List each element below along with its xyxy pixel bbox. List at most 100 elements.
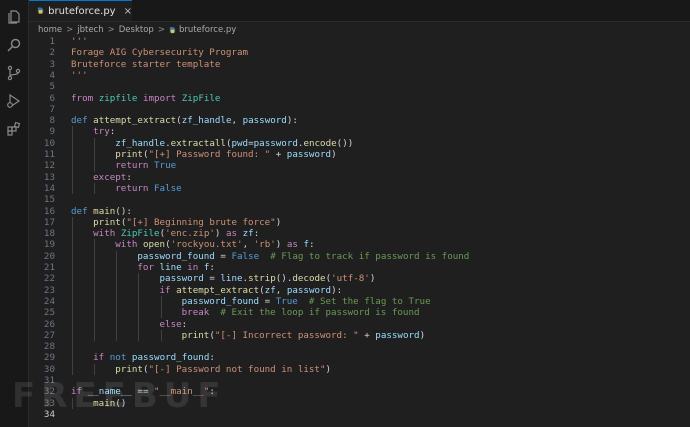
code-token: :: [209, 352, 215, 364]
code-token: ):: [331, 284, 343, 296]
code-line[interactable]: 23 if attempt_extract(zf, password):: [29, 285, 689, 296]
line-number: 10: [43, 137, 55, 149]
code-text: else:: [71, 319, 188, 330]
code-token: ()): [336, 137, 354, 149]
code-token: Bruteforce starter template: [71, 58, 221, 70]
code-line[interactable]: 25 break # Exit the loop if password is …: [29, 307, 689, 318]
breadcrumb-item-file[interactable]: bruteforce.py: [179, 25, 236, 35]
code-token: :: [126, 171, 132, 183]
line-number: 3: [49, 58, 55, 70]
code-line[interactable]: 1 ''': [29, 36, 689, 47]
code-text: except:: [71, 172, 132, 183]
line-number: 7: [49, 103, 55, 115]
code-line[interactable]: 16 def main():: [29, 206, 689, 217]
code-token: with: [93, 228, 116, 240]
code-line[interactable]: 27 print("[-] Incorrect password: " + pa…: [29, 330, 689, 341]
activity-bar: [0, 0, 29, 427]
code-line[interactable]: 10 zf_handle.extractall(pwd=password.enc…: [29, 138, 689, 149]
breadcrumb-item-desktop[interactable]: Desktop: [119, 25, 154, 35]
line-number: 24: [43, 295, 55, 307]
code-token: password: [159, 273, 204, 285]
code-editor[interactable]: 1 ''' 2 Forage AIG Cybersecurity Program 3 Br…: [29, 36, 690, 427]
line-number: 19: [43, 239, 55, 251]
code-line[interactable]: 13 except:: [29, 172, 689, 183]
code-line[interactable]: 2 Forage AIG Cybersecurity Program: [29, 47, 689, 58]
code-line[interactable]: 28: [29, 341, 689, 352]
code-token: 'rb': [253, 239, 276, 251]
indent-guide: [138, 273, 140, 342]
code-token: for: [137, 262, 154, 273]
code-token: =: [203, 273, 221, 285]
code-token: decode: [292, 273, 326, 285]
code-line[interactable]: 19 with open('rockyou.txt', 'rb') as f:: [29, 239, 689, 250]
code-token: password_found: [181, 295, 260, 307]
code-token: password: [253, 137, 298, 149]
code-line[interactable]: 5: [29, 81, 689, 92]
code-text: print("[-] Password not found in list"): [71, 364, 331, 375]
breadcrumb-item-jbtech[interactable]: jbtech: [77, 25, 103, 35]
line-number: 22: [43, 273, 55, 285]
code-line[interactable]: 29 if not password_found:: [29, 352, 689, 363]
run-debug-icon[interactable]: [5, 92, 23, 110]
code-text: def main():: [71, 206, 132, 217]
line-number: 28: [43, 341, 55, 353]
chevron-right-icon: >: [157, 25, 165, 35]
code-line[interactable]: 9 try:: [29, 126, 689, 137]
tab-bar: bruteforce.py ×: [29, 0, 690, 22]
code-line[interactable]: 12 return True: [29, 160, 689, 171]
code-line[interactable]: 15: [29, 194, 689, 205]
code-token: break: [181, 307, 210, 319]
code-line[interactable]: 24 password_found = True # Set the flag …: [29, 296, 689, 307]
code-token: zf_handle: [181, 115, 232, 127]
code-line[interactable]: 7: [29, 104, 689, 115]
code-line[interactable]: 11 print("[+] Password found: " + passwo…: [29, 149, 689, 160]
code-text: from zipfile import ZipFile: [71, 93, 220, 104]
extensions-icon[interactable]: [5, 120, 23, 138]
line-number: 1: [49, 36, 55, 47]
code-line[interactable]: 8 def attempt_extract(zf_handle, password…: [29, 115, 689, 126]
code-text: password_found = False # Flag to track i…: [71, 251, 469, 262]
code-line[interactable]: 22 password = line.strip().decode('utf-8…: [29, 273, 689, 284]
code-line[interactable]: 14 return False: [29, 183, 689, 194]
code-token: zf_handle: [115, 137, 166, 149]
code-token: print: [93, 216, 121, 228]
code-line[interactable]: 30 print("[-] Password not found in list…: [29, 364, 689, 375]
tab-bruteforce-py[interactable]: bruteforce.py ×: [29, 0, 132, 21]
indent-guide: [116, 250, 118, 342]
code-token: False: [154, 182, 182, 194]
close-icon[interactable]: ×: [124, 6, 132, 17]
code-token: password: [286, 149, 332, 160]
code-line[interactable]: 4 ''': [29, 70, 689, 81]
code-token: print: [115, 363, 143, 375]
source-control-icon[interactable]: [5, 64, 23, 82]
line-number: 12: [43, 160, 55, 172]
code-text: print("[-] Incorrect password: " + passw…: [71, 330, 425, 341]
code-line[interactable]: 20 password_found = False # Flag to trac…: [29, 251, 689, 262]
code-line[interactable]: 21 for line in f:: [29, 262, 689, 273]
code-line[interactable]: 18 with ZipFile('enc.zip') as zf:: [29, 228, 689, 239]
code-token: zf: [242, 228, 254, 240]
line-number: 17: [43, 216, 55, 228]
files-icon[interactable]: [5, 8, 23, 26]
code-line[interactable]: 3 Bruteforce starter template: [29, 59, 689, 70]
breadcrumb-item-home[interactable]: home: [38, 25, 62, 35]
line-number: 13: [43, 171, 55, 183]
code-token: ): [214, 228, 226, 240]
line-number: 9: [49, 126, 55, 138]
code-line[interactable]: 17 print("[+] Beginning brute force"): [29, 217, 689, 228]
code-token: :: [253, 228, 260, 240]
code-token: print: [115, 149, 143, 160]
code-line[interactable]: 6 from zipfile import ZipFile: [29, 93, 689, 104]
search-icon[interactable]: [5, 36, 23, 54]
code-text: ''': [71, 36, 88, 47]
code-line[interactable]: 26 else:: [29, 319, 689, 330]
